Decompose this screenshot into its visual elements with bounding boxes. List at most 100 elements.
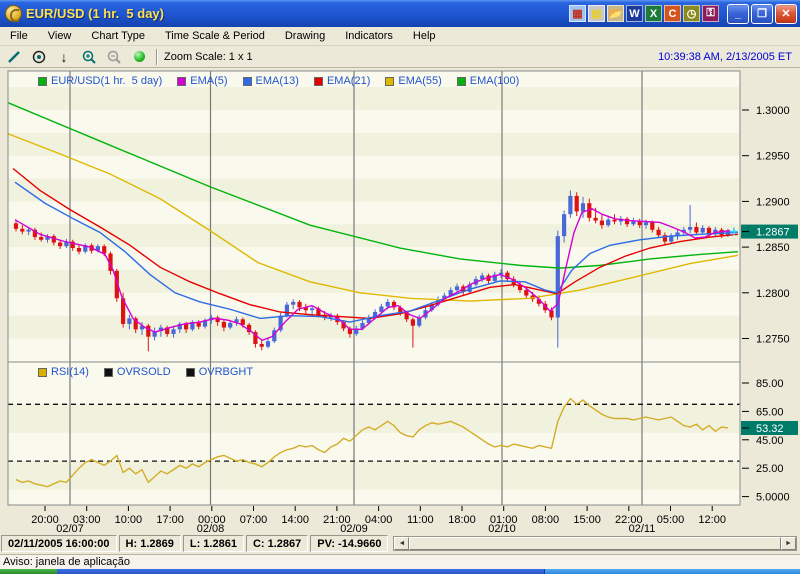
svg-text:85.00: 85.00 (756, 378, 784, 390)
svg-text:65.00: 65.00 (756, 406, 784, 418)
menu-item-chart-type[interactable]: Chart Type (81, 28, 155, 44)
svg-text:02/10: 02/10 (488, 523, 516, 533)
clock-text: 10:39:38 AM, 2/13/2005 ET (658, 51, 792, 63)
window-titlebar[interactable]: EUR/USD (1 hr. 5 day) ▦▤📂WXC◷⚿ _ ❐ ✕ (0, 0, 800, 27)
svg-text:11:00: 11:00 (407, 514, 434, 526)
trendline-tool-icon[interactable] (3, 48, 25, 66)
taskbar-sliver[interactable] (57, 569, 545, 574)
legend-item: EUR/USD(1 hr. 5 day) (38, 75, 162, 87)
legend-swatch-icon (314, 77, 323, 86)
svg-text:25.00: 25.00 (756, 463, 784, 475)
toolbar-separator (156, 49, 158, 65)
notice-bar: Aviso: janela de aplicação (0, 554, 800, 569)
svg-text:02/07: 02/07 (56, 523, 84, 533)
svg-text:04:00: 04:00 (365, 514, 393, 526)
svg-text:5.0000: 5.0000 (756, 492, 790, 504)
legend-item: OVRBGHT (186, 366, 253, 378)
legend-item: EMA(5) (177, 75, 227, 87)
svg-text:1.2950: 1.2950 (756, 151, 790, 163)
price-legend: EUR/USD(1 hr. 5 day) EMA(5) EMA(13) EMA(21)… (38, 75, 519, 87)
svg-text:1.2800: 1.2800 (756, 288, 790, 300)
legend-item: EMA(55) (385, 75, 441, 87)
svg-text:02/09: 02/09 (340, 523, 368, 533)
svg-text:1.2850: 1.2850 (756, 242, 790, 254)
taskbar-item-sliver[interactable] (545, 569, 800, 574)
legend-item: RSI(14) (38, 366, 89, 378)
close-button[interactable]: ✕ (775, 4, 797, 24)
status-cell: PV: -14.9660 (310, 535, 388, 552)
legend-swatch-icon (186, 368, 195, 377)
svg-text:02/11: 02/11 (629, 523, 656, 533)
svg-text:45.00: 45.00 (756, 435, 784, 447)
window-title: EUR/USD (1 hr. 5 day) (26, 6, 164, 21)
svg-text:12:00: 12:00 (698, 514, 726, 526)
svg-text:1.2750: 1.2750 (756, 334, 790, 346)
svg-text:1.2867: 1.2867 (756, 227, 790, 239)
menu-item-file[interactable]: File (0, 28, 38, 44)
palette-icon[interactable]: ▦ (569, 5, 586, 22)
status-cell: C: 1.2867 (246, 535, 308, 552)
menu-item-help[interactable]: Help (403, 28, 446, 44)
minimize-button[interactable]: _ (727, 4, 749, 24)
legend-item: EMA(21) (314, 75, 370, 87)
word-icon[interactable]: W (626, 5, 643, 22)
legend-item: OVRSOLD (104, 366, 171, 378)
notes-icon[interactable]: ▤ (588, 5, 605, 22)
titlebar-shortcut-icons: ▦▤📂WXC◷⚿ (569, 5, 719, 22)
arrow-down-tool-icon[interactable]: ↓ (53, 48, 75, 66)
legend-swatch-icon (457, 77, 466, 86)
status-cell: 02/11/2005 16:00:00 (1, 535, 117, 552)
svg-text:18:00: 18:00 (448, 514, 476, 526)
svg-text:15:00: 15:00 (573, 514, 601, 526)
notice-text: Aviso: janela de aplicação (3, 556, 130, 568)
svg-text:20:00: 20:00 (31, 514, 59, 526)
menu-bar: FileViewChart TypeTime Scale & PeriodDra… (0, 27, 800, 46)
svg-text:1.3000: 1.3000 (756, 105, 790, 117)
legend-swatch-icon (38, 77, 47, 86)
scroll-right-icon[interactable]: ► (781, 537, 796, 550)
bullet-tool-icon[interactable] (128, 48, 150, 66)
svg-text:05:00: 05:00 (657, 514, 685, 526)
clock-icon[interactable]: ◷ (683, 5, 700, 22)
menu-item-indicators[interactable]: Indicators (335, 28, 403, 44)
zoom-scale-label: Zoom Scale: 1 x 1 (164, 51, 253, 63)
status-cell: L: 1.2861 (183, 535, 244, 552)
svg-text:07:00: 07:00 (240, 514, 268, 526)
legend-swatch-icon (243, 77, 252, 86)
scroll-left-icon[interactable]: ◄ (394, 537, 409, 550)
key-icon[interactable]: ⚿ (702, 5, 719, 22)
svg-text:17:00: 17:00 (156, 514, 184, 526)
chart-area: 1.30001.29501.29001.28501.28001.275085.0… (0, 68, 800, 533)
toolbar: ↓ Zoom Scale: 1 x 1 10:39:38 AM, 2/13/20… (0, 46, 800, 68)
excel-icon[interactable]: X (645, 5, 662, 22)
scrollbar-thumb[interactable] (409, 537, 781, 550)
legend-item: EMA(100) (457, 75, 520, 87)
legend-item: EMA(13) (243, 75, 299, 87)
svg-text:08:00: 08:00 (532, 514, 560, 526)
legend-swatch-icon (104, 368, 113, 377)
app-icon (5, 5, 22, 22)
menu-item-time-scale-period[interactable]: Time Scale & Period (155, 28, 275, 44)
legend-swatch-icon (38, 368, 47, 377)
legend-swatch-icon (385, 77, 394, 86)
start-button-sliver[interactable] (0, 569, 57, 574)
calendar-icon[interactable]: C (664, 5, 681, 22)
legend-swatch-icon (177, 77, 186, 86)
crosshair-tool-icon[interactable] (28, 48, 50, 66)
status-bar: 02/11/2005 16:00:00H: 1.2869L: 1.2861C: … (0, 533, 800, 554)
svg-text:53.32: 53.32 (756, 423, 784, 435)
menu-item-drawing[interactable]: Drawing (275, 28, 335, 44)
rsi-legend: RSI(14) OVRSOLD OVRBGHT (38, 366, 253, 378)
svg-text:14:00: 14:00 (281, 514, 309, 526)
horizontal-scrollbar[interactable]: ◄ ► (393, 536, 797, 551)
menu-item-view[interactable]: View (38, 28, 82, 44)
taskbar-strip (0, 569, 800, 574)
svg-text:10:00: 10:00 (115, 514, 143, 526)
chart-canvas[interactable]: 1.30001.29501.29001.28501.28001.275085.0… (0, 68, 800, 533)
restore-button[interactable]: ❐ (751, 4, 773, 24)
folder-icon[interactable]: 📂 (607, 5, 624, 22)
zoom-out-tool-icon[interactable] (103, 48, 125, 66)
status-cell: H: 1.2869 (119, 535, 181, 552)
zoom-in-tool-icon[interactable] (78, 48, 100, 66)
svg-text:02/08: 02/08 (197, 523, 225, 533)
